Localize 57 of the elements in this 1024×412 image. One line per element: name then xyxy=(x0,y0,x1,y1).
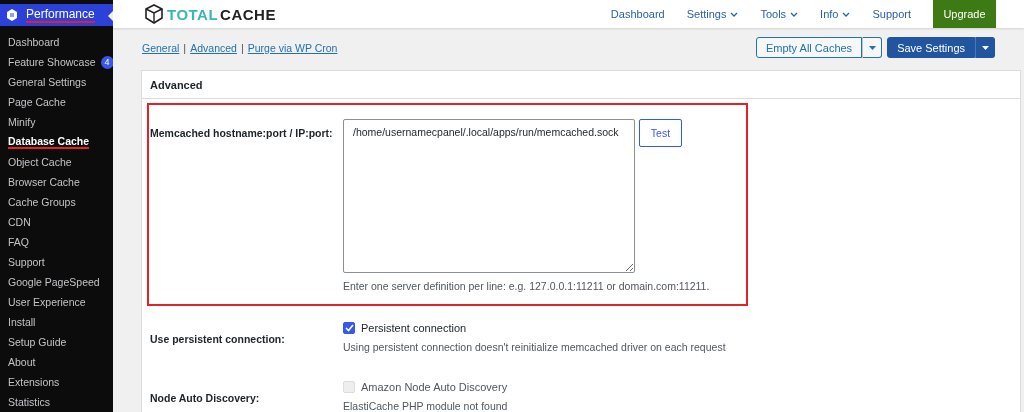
caret-icon xyxy=(790,11,799,17)
cube-icon xyxy=(143,3,165,25)
checkbox-label: Persistent connection xyxy=(361,322,467,334)
field-label: Use persistent connection: xyxy=(149,332,286,347)
sidebar-item[interactable]: Page Cache xyxy=(0,92,113,112)
menu-item[interactable]: Performance xyxy=(0,4,113,26)
sidebar-item[interactable]: CDN xyxy=(0,212,113,232)
caret-icon xyxy=(981,45,989,50)
action-button[interactable]: Save Settings xyxy=(887,37,975,58)
separator: | xyxy=(240,41,244,54)
nav-link[interactable]: Dashboard xyxy=(610,8,665,20)
dropdown-button[interactable] xyxy=(975,37,995,58)
checkbox[interactable] xyxy=(343,322,355,334)
caret-icon xyxy=(868,45,876,50)
sidebar-item[interactable]: About xyxy=(0,352,113,372)
sidebar-item[interactable]: Minify xyxy=(0,112,113,132)
tab-link[interactable]: General xyxy=(142,41,180,54)
hint-text: Using persistent connection doesn't reinitialize memcached driver on each request xyxy=(343,341,726,353)
sidebar-item[interactable]: Install xyxy=(0,312,113,332)
panel-title: Advanced xyxy=(150,78,203,91)
hint-text: Enter one server definition per line: e.g. 127.0.0.1:11211 or domain.com:11211. xyxy=(343,280,710,292)
count-badge: 4 xyxy=(100,55,114,69)
action-button[interactable]: Empty All Caches xyxy=(755,37,863,58)
upgrade-button[interactable]: Upgrade xyxy=(933,0,996,28)
test-button[interactable]: Test xyxy=(639,119,682,147)
nav-link[interactable]: Settings xyxy=(686,8,739,20)
sidebar-item[interactable]: User Experience xyxy=(0,292,113,312)
server-field[interactable]: /home/usernamecpanel/.local/apps/run/memcached.sock xyxy=(343,119,635,273)
hint-text: ElastiCache PHP module not found xyxy=(343,400,508,412)
sidebar-item[interactable]: FAQ xyxy=(0,232,113,252)
sidebar-item[interactable]: Google PageSpeed xyxy=(0,272,113,292)
nav-link[interactable]: Support xyxy=(872,8,911,20)
logo-text: TOTAL xyxy=(167,5,219,23)
nav-link[interactable]: Info xyxy=(820,8,851,20)
plugin-logo-icon xyxy=(6,9,18,21)
sidebar-item[interactable]: Cache Groups xyxy=(0,192,113,212)
field-label: Memcached hostname:port / IP:port: xyxy=(149,126,334,141)
nav-link[interactable]: Tools xyxy=(760,8,799,20)
caret-icon xyxy=(842,11,851,17)
sidebar-item[interactable]: Feature Showcase 4 xyxy=(0,52,113,72)
sidebar-item[interactable]: Browser Cache xyxy=(0,172,113,192)
caret-icon xyxy=(730,11,739,17)
checkbox-label: Amazon Node Auto Discovery xyxy=(361,381,508,393)
logo-text: CACHE xyxy=(220,5,276,23)
sidebar-item[interactable]: Statistics xyxy=(0,392,113,412)
tab-link[interactable]: Advanced xyxy=(190,41,237,54)
sidebar-item[interactable]: Database Cache xyxy=(0,132,113,152)
dropdown-button[interactable] xyxy=(862,37,883,58)
sidebar-item[interactable]: Support xyxy=(0,252,113,272)
separator: | xyxy=(183,41,187,54)
field-label: Node Auto Discovery: xyxy=(149,391,261,406)
sidebar-item[interactable]: Object Cache xyxy=(0,152,113,172)
sidebar-item[interactable]: Dashboard xyxy=(0,32,113,52)
sidebar-item[interactable]: General Settings xyxy=(0,72,113,92)
sidebar-item[interactable]: Setup Guide xyxy=(0,332,113,352)
tab-link[interactable]: Purge via WP Cron xyxy=(247,41,338,54)
sidebar-item[interactable]: Extensions xyxy=(0,372,113,392)
